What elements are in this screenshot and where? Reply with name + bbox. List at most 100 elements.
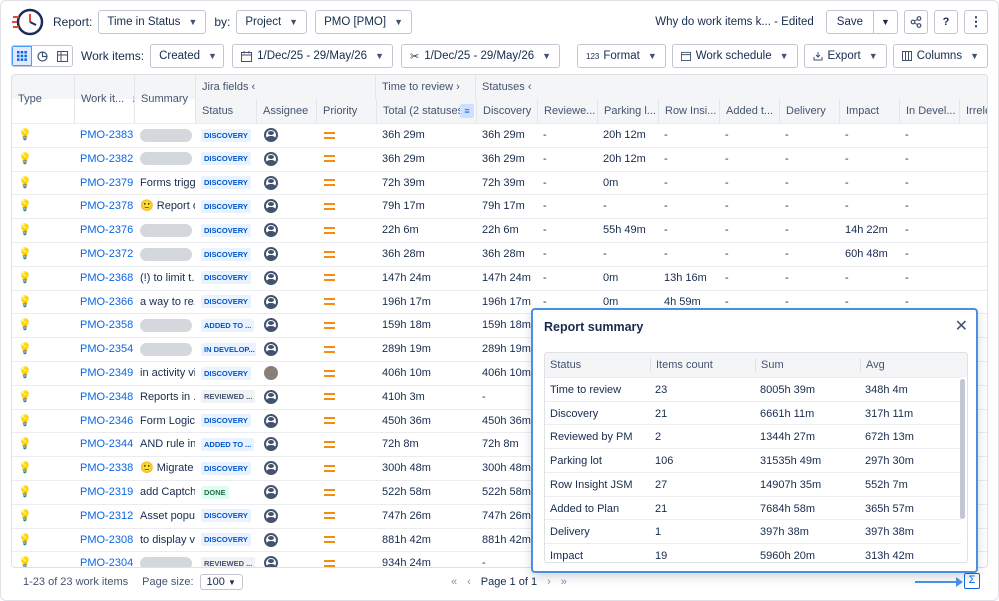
transition-date-range[interactable]: ✂ 1/Dec/25 - 29/May/26 ▼ [401, 44, 561, 68]
column-header-parking-lot[interactable]: Parking l... [597, 99, 658, 123]
column-header-irrelevant[interactable]: Irrelev [959, 99, 987, 123]
report-select[interactable]: Time in Status ▼ [98, 10, 207, 34]
format-button[interactable]: 123 Format ▼ [577, 44, 666, 68]
group-header-statuses[interactable]: Statuses ‹ [475, 75, 987, 99]
first-page-icon[interactable]: « [451, 576, 457, 588]
column-settings-icon[interactable]: ≡ [460, 104, 474, 118]
summary-scrollbar[interactable] [960, 379, 965, 519]
work-item-link[interactable]: PMO-2344 [80, 438, 133, 450]
created-select[interactable]: Created ▼ [150, 44, 225, 68]
work-item-link[interactable]: PMO-2349 [80, 367, 133, 379]
work-item-link[interactable]: PMO-2383 [80, 129, 133, 141]
work-item-link[interactable]: PMO-2304 [80, 557, 133, 567]
cell-priority [316, 481, 376, 504]
cell-key[interactable]: PMO-2378⧉ [74, 195, 134, 218]
table-row[interactable]: 💡 PMO-2382⧉ DISCOVERY 36h 29m 36h 29m - 20h 12… [12, 146, 987, 171]
chart-view-icon[interactable] [32, 46, 52, 66]
project-select[interactable]: PMO [PMO] ▼ [315, 10, 412, 34]
work-item-link[interactable]: PMO-2354 [80, 343, 133, 355]
cell-key[interactable]: PMO-2344⧉ [74, 433, 134, 456]
close-icon[interactable]: ✕ [955, 316, 968, 336]
work-item-link[interactable]: PMO-2376 [80, 224, 133, 236]
work-item-link[interactable]: PMO-2319 [80, 486, 133, 498]
work-item-link[interactable]: PMO-2348 [80, 391, 133, 403]
cell-key[interactable]: PMO-2348⧉ [74, 386, 134, 409]
cell-key[interactable]: PMO-2358⧉ [74, 314, 134, 337]
work-item-link[interactable]: PMO-2308 [80, 534, 133, 546]
cell-key[interactable]: PMO-2376⧉ [74, 219, 134, 242]
column-header-priority[interactable]: Priority [316, 99, 376, 123]
column-header-impact[interactable]: Impact [839, 99, 899, 123]
table-row[interactable]: 💡 PMO-2368⧉ (!) to limit t... DISCOVERY 147h… [12, 265, 987, 290]
work-schedule-button[interactable]: Work schedule ▼ [671, 44, 798, 68]
table-row[interactable]: 💡 PMO-2383⧉ DISCOVERY 36h 29m 36h 29m - 20h 12… [12, 123, 987, 147]
work-item-link[interactable]: PMO-2379 [80, 177, 133, 189]
work-item-link[interactable]: PMO-2368 [80, 272, 133, 284]
columns-button[interactable]: Columns ▼ [892, 44, 988, 68]
cell-assignee [256, 457, 316, 480]
cell-key[interactable]: PMO-2304⧉ [74, 552, 134, 567]
column-header-discovery[interactable]: Discovery [476, 99, 537, 123]
work-item-link[interactable]: PMO-2312 [80, 510, 133, 522]
work-item-link[interactable]: PMO-2366 [80, 296, 133, 308]
share-icon[interactable] [904, 10, 928, 34]
more-options-icon[interactable]: ⋮ [964, 10, 988, 34]
column-header-reviewed[interactable]: Reviewe... [537, 99, 597, 123]
prev-page-icon[interactable]: ‹ [467, 576, 471, 588]
work-item-link[interactable]: PMO-2372 [80, 248, 133, 260]
work-item-link[interactable]: PMO-2346 [80, 415, 133, 427]
table-row[interactable]: 💡 PMO-2379⧉ Forms trigg... DISCOVERY 72h 39m… [12, 170, 987, 195]
cell-key[interactable]: PMO-2354⧉ [74, 338, 134, 361]
work-item-link[interactable]: PMO-2378 [80, 200, 133, 212]
group-header-time-to-review[interactable]: Time to review › [375, 75, 475, 99]
help-icon[interactable]: ? [934, 10, 958, 34]
column-header-status[interactable]: Status [195, 99, 256, 123]
work-item-link[interactable]: PMO-2382 [80, 153, 133, 165]
column-header-delivery[interactable]: Delivery [779, 99, 839, 123]
summary-sigma-icon[interactable]: Σ [964, 573, 980, 589]
page-size-select[interactable]: 100 ▼ [199, 574, 243, 590]
cell-key[interactable]: PMO-2379⧉ [74, 172, 134, 195]
cell-status: DISCOVERY [195, 457, 256, 480]
column-header-row-insight[interactable]: Row Insi... [658, 99, 719, 123]
export-button[interactable]: Export ▼ [803, 44, 887, 68]
cell-key[interactable]: PMO-2382⧉ [74, 148, 134, 171]
cell-indevel: - [905, 129, 909, 141]
cell-type: 💡 [12, 410, 74, 433]
cell-key[interactable]: PMO-2349⧉ [74, 362, 134, 385]
cell-key[interactable]: PMO-2312⧉ [74, 505, 134, 528]
column-header-assignee[interactable]: Assignee [256, 99, 316, 123]
cell-type: 💡 [12, 243, 74, 266]
table-row[interactable]: 💡 PMO-2378⧉ 🙂 Report o... DISCOVERY 79h 17m 7… [12, 194, 987, 218]
pivot-view-icon[interactable] [52, 46, 72, 66]
column-header-in-development[interactable]: In Devel... [899, 99, 959, 123]
cell-key[interactable]: PMO-2338⧉ [74, 457, 134, 480]
summary-cell-count: 1 [655, 526, 662, 539]
work-item-link[interactable]: PMO-2338 [80, 462, 133, 474]
cell-key[interactable]: PMO-2368⧉ [74, 267, 134, 290]
column-header-work-item[interactable]: Work it... ↓ [74, 75, 134, 123]
cell-key[interactable]: PMO-2346⧉ [74, 410, 134, 433]
cell-key[interactable]: PMO-2366⧉ [74, 291, 134, 314]
cell-key[interactable]: PMO-2372⧉ [74, 243, 134, 266]
save-menu-chevron-icon[interactable]: ▼ [874, 10, 898, 34]
table-row[interactable]: 💡 PMO-2372⧉ DISCOVERY 36h 28m 36h 28m - - - - - 60… [12, 242, 987, 266]
table-row[interactable]: 💡 PMO-2376⧉ DISCOVERY 22h 6m 22h 6m - 55h 49m -… [12, 218, 987, 242]
cell-key[interactable]: PMO-2383⧉ [74, 124, 134, 147]
work-item-link[interactable]: PMO-2358 [80, 319, 133, 331]
column-header-added-to-plan[interactable]: Added t... [719, 99, 779, 123]
created-date-range[interactable]: 1/Dec/25 - 29/May/26 ▼ [232, 44, 393, 68]
by-select[interactable]: Project ▼ [236, 10, 308, 34]
column-header-summary[interactable]: Summary [134, 75, 195, 123]
cell-summary: in activity vi... [134, 362, 195, 385]
column-header-type[interactable]: Type [12, 75, 74, 123]
group-header-jira-fields[interactable]: Jira fields ‹ [195, 75, 375, 99]
column-header-total[interactable]: Total (2 statuses) ≡ [376, 99, 476, 123]
last-page-icon[interactable]: » [561, 576, 567, 588]
cell-status: DISCOVERY [195, 124, 256, 147]
cell-key[interactable]: PMO-2308⧉ [74, 529, 134, 552]
grid-view-icon[interactable] [12, 46, 32, 66]
cell-key[interactable]: PMO-2319⧉ [74, 481, 134, 504]
save-button[interactable]: Save [825, 10, 874, 34]
next-page-icon[interactable]: › [547, 576, 551, 588]
